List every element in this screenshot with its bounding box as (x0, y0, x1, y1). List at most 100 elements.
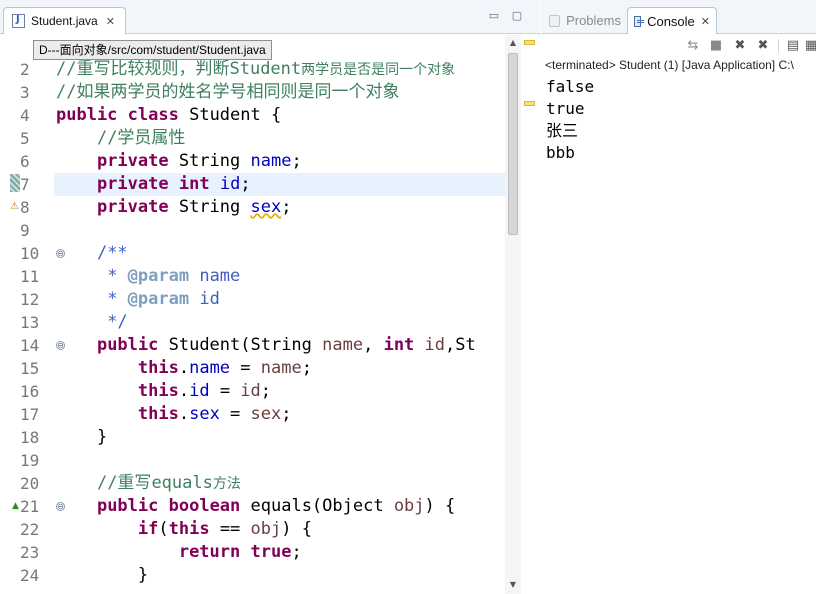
pin-console-icon[interactable]: ⇆ (685, 38, 701, 54)
minimize-icon[interactable]: ▭ (486, 9, 502, 23)
keyword: this (168, 519, 210, 539)
vertical-scrollbar[interactable]: ▲ ▼ (505, 35, 521, 594)
clear-console-icon[interactable]: ▤ (785, 38, 801, 54)
tab-label: Console (647, 13, 695, 29)
code-text: String (168, 151, 251, 171)
line-numbers: 2 3 4 5 6 7 8 9 10 11 12 13 14 15 16 17 … (12, 35, 65, 594)
code-text: equals(Object (240, 496, 394, 516)
keyword: public (56, 105, 118, 125)
param-name: obj (250, 519, 282, 539)
terminate-icon[interactable]: ■ (708, 38, 724, 54)
code-text: ( (158, 519, 169, 539)
code-line-3: //如果两学员的姓名学号相同则是同一个对象 (56, 82, 400, 102)
line-number: 7 (20, 175, 30, 194)
ruler-marker[interactable] (524, 101, 535, 106)
line-number: 16 (20, 382, 40, 401)
console-status: <terminated> Student (1) [Java Applicati… (545, 58, 794, 72)
code-text: ; (240, 174, 251, 194)
close-icon[interactable]: ✕ (701, 15, 710, 28)
javadoc-text: * (96, 289, 128, 309)
keyword: class (127, 105, 179, 125)
line-number: 15 (20, 359, 40, 378)
line-number: 10 (20, 244, 40, 263)
line-number: 2 (20, 60, 30, 79)
keyword: this (137, 381, 179, 401)
scroll-up-icon[interactable]: ▲ (505, 36, 521, 50)
code-line-11: * @param name (56, 265, 240, 288)
editor-tab-bar: Student.java ✕ ▭ ▢ (0, 0, 540, 34)
line-number: 9 (20, 221, 30, 240)
code-text: ) { (281, 519, 312, 539)
code-text: = (219, 404, 251, 424)
close-icon[interactable]: ✕ (106, 15, 115, 28)
console-tab-bar: Problems Console ✕ (541, 0, 816, 34)
comment-text: //重写 (96, 473, 152, 493)
keyword: int (383, 335, 415, 355)
code-line-8: private String sex; (56, 196, 292, 219)
tab-label: Problems (566, 13, 621, 28)
code-line-6: private String name; (56, 150, 302, 173)
line-number: 19 (20, 451, 40, 470)
param-name: sex (250, 404, 282, 424)
tab-problems[interactable]: Problems (543, 7, 627, 34)
annotation-gutter: ⚠ ▲ (0, 35, 20, 594)
keyword: private (96, 151, 169, 171)
line-number: 11 (20, 267, 40, 286)
comment-text: //学员属性 (96, 128, 186, 148)
code-text: ; (260, 381, 272, 401)
scroll-down-icon[interactable]: ▼ (505, 578, 521, 592)
tab-student-java[interactable]: Student.java ✕ (3, 7, 126, 34)
remove-all-terminated-icon[interactable]: ✖ (755, 38, 771, 54)
code-text: ; (281, 404, 292, 424)
remove-launch-icon[interactable]: ✖ (732, 38, 748, 54)
line-number: 12 (20, 290, 40, 309)
line-number: 23 (20, 543, 40, 562)
console-output[interactable]: false true 张三 bbb (546, 76, 814, 164)
code-text: ; (301, 358, 312, 378)
line-number: 13 (20, 313, 40, 332)
tab-label: Student.java (31, 14, 98, 28)
code-line-15: this.name = name; (56, 357, 312, 380)
keyword: return (178, 542, 241, 562)
keyword: if (137, 519, 159, 539)
keyword: this (137, 358, 179, 378)
code-text: = (209, 381, 241, 401)
code-text: . (178, 404, 190, 424)
comment-text: 重写比较规则，判断 (76, 59, 230, 79)
code-text: , (363, 335, 384, 355)
line-number: 17 (20, 405, 40, 424)
scroll-lock-icon[interactable]: ▦ (803, 38, 816, 54)
line-number: 18 (20, 428, 40, 447)
comment-text: equals (151, 473, 213, 493)
code-text: ; (291, 151, 302, 171)
code-line-23: return true; (56, 541, 302, 564)
scroll-thumb[interactable] (508, 53, 518, 235)
param-name: name (260, 358, 302, 378)
output-line: 张三 (546, 121, 579, 140)
field-name: sex (189, 404, 220, 424)
javadoc-text: * (96, 266, 128, 286)
editor-pane: Student.java ✕ ▭ ▢ D---面向对象/src/com/stud… (0, 0, 540, 594)
line-number: 5 (20, 129, 30, 148)
output-line: true (546, 99, 585, 118)
maximize-icon[interactable]: ▢ (509, 9, 525, 23)
code-line-12: * @param id (56, 288, 220, 311)
code-text: . (178, 381, 190, 401)
code-text: . (178, 358, 190, 378)
code-text: ,St (445, 335, 476, 355)
code-area[interactable]: //重写比较规则，判断Student两学员是否是同一个对象 //如果两学员的姓名… (54, 35, 505, 594)
tab-console[interactable]: Console ✕ (627, 7, 717, 34)
ruler-marker[interactable] (524, 40, 535, 45)
toolbar-separator (778, 39, 779, 53)
code-line-13: */ (56, 311, 127, 334)
code-line-20: //重写equals方法 (56, 472, 241, 495)
java-file-icon (12, 14, 25, 28)
comment-text: Student (229, 59, 302, 79)
code-line-18: } (56, 426, 107, 449)
line-number: 8 (20, 198, 30, 217)
code-text: Student(String (158, 335, 323, 355)
code-line-10: /** (56, 242, 128, 265)
code-text: == (209, 519, 251, 539)
javadoc-tag: @param (127, 266, 190, 286)
